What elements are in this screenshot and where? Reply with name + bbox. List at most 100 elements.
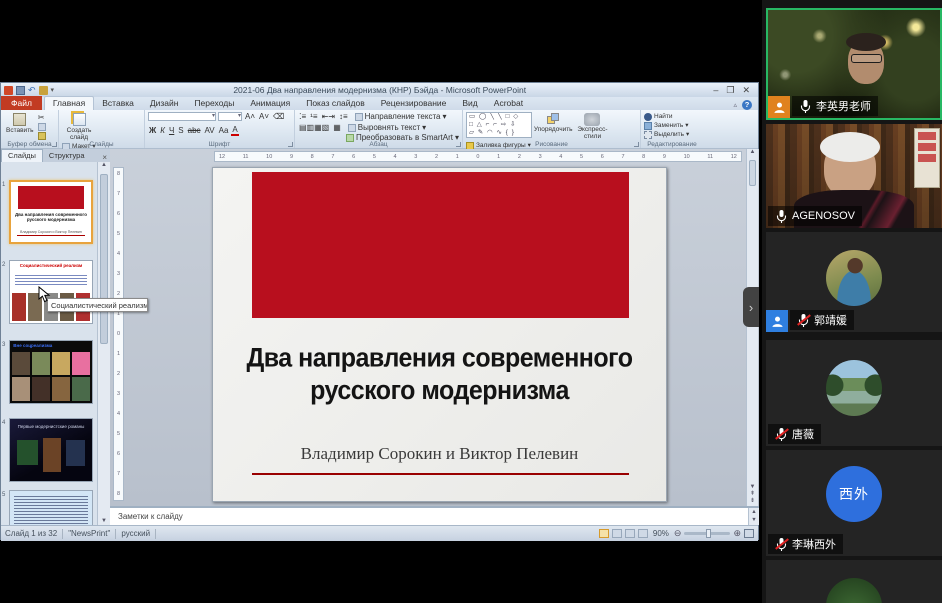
slide-number: 1 (2, 182, 8, 188)
align-icons[interactable]: ▤▥▦▧ (298, 123, 330, 132)
reading-view-button[interactable] (625, 529, 635, 538)
normal-view-button[interactable] (599, 529, 609, 538)
zoom-slider-thumb[interactable] (706, 529, 711, 538)
format-painter-icon[interactable] (38, 132, 46, 140)
thumbnails-scrollbar-thumb[interactable] (100, 174, 108, 344)
bold-button[interactable]: Ж (148, 126, 157, 135)
notes-pane[interactable]: Заметки к слайду ▲▼ (110, 506, 759, 525)
slide-scrollbar-thumb[interactable] (749, 160, 756, 186)
text-direction-button[interactable]: Направление текста ▾ (355, 113, 447, 121)
tab-transitions[interactable]: Переходы (186, 97, 242, 110)
columns-icon[interactable]: ▦ (332, 123, 342, 132)
bullets-icon[interactable]: ⁚≡ (298, 112, 307, 121)
qat-custom-icon[interactable] (39, 86, 48, 95)
notes-scrollbar[interactable]: ▲▼ (748, 508, 759, 525)
zoom-slider[interactable] (684, 532, 730, 535)
participant-tile-5[interactable]: 西外 李琳西外 (766, 450, 942, 556)
next-slide-button[interactable]: ⇟ (750, 498, 755, 504)
panel-collapse-button[interactable]: › (743, 287, 759, 327)
thumbnails-scrollbar[interactable]: ▲ ▼ (97, 162, 110, 525)
tab-home[interactable]: Главная (44, 96, 94, 110)
tab-view[interactable]: Вид (454, 97, 485, 110)
restore-button[interactable]: ❐ (726, 85, 734, 96)
participant-tile-3[interactable]: 郭靖媛 (766, 232, 942, 332)
thumbnail-slide-4[interactable]: Первые модернистские романы (9, 418, 93, 482)
notes-placeholder: Заметки к слайду (118, 512, 183, 521)
shapes-gallery[interactable]: ▭ ◯ ╲ ╲ □ ◇ □ △ ⌐ ⌐ ⇨ ⇩ ▱ ✎ ◠ ∿ { } (466, 112, 532, 138)
grow-font-icon[interactable]: A˄ (244, 112, 256, 121)
slide-subtitle[interactable]: Владимир Сорокин и Виктор Пелевин (236, 444, 644, 464)
italic-button[interactable]: К (159, 126, 166, 135)
zoom-out-button[interactable]: ⊖ (674, 529, 682, 538)
new-slide-icon (73, 113, 86, 126)
cut-icon[interactable]: ✂ (38, 114, 46, 122)
numbering-icon[interactable]: ¹≡ (309, 112, 318, 121)
minimize-ribbon-icon[interactable]: ▵ (733, 101, 737, 109)
help-icon[interactable]: ? (742, 100, 752, 110)
participant-tile-4[interactable]: 唐薇 (766, 340, 942, 446)
change-case-button[interactable]: Aa (218, 126, 230, 135)
font-size-combo[interactable] (218, 112, 242, 121)
undo-icon[interactable]: ↶ (28, 86, 36, 95)
strikethrough-button[interactable]: abc (187, 126, 202, 135)
align-text-button[interactable]: Выровнять текст ▾ (348, 124, 426, 132)
slide-canvas[interactable]: Два направления современного русского мо… (212, 167, 667, 502)
find-button[interactable]: Найти (644, 113, 689, 121)
font-dialog-launcher[interactable] (288, 142, 293, 147)
tab-review[interactable]: Рецензирование (373, 97, 455, 110)
thumbnail-slide-5[interactable] (9, 490, 93, 525)
tab-acrobat[interactable]: Acrobat (486, 97, 531, 110)
drawing-dialog-launcher[interactable] (634, 142, 639, 147)
tab-animations[interactable]: Анимация (242, 97, 298, 110)
select-button[interactable]: Выделить ▾ (644, 131, 689, 139)
font-color-button[interactable]: A (231, 125, 238, 136)
tab-slideshow[interactable]: Показ слайдов (298, 97, 373, 110)
theme-name[interactable]: "NewsPrint" (68, 529, 110, 538)
char-spacing-button[interactable]: AV (204, 126, 216, 135)
member-badge-icon (766, 310, 788, 332)
thumbnail-slide-3[interactable]: Вне соцреализма (9, 340, 93, 404)
replace-button[interactable]: Заменить ▾ (644, 122, 689, 130)
clear-format-icon[interactable]: ⌫ (272, 112, 285, 121)
shadow-button[interactable]: S (177, 126, 184, 135)
mic-on-icon (775, 209, 788, 224)
participant-tile-1[interactable]: 李英男老师 (766, 8, 942, 120)
zoom-in-button[interactable]: ⊕ (733, 529, 741, 538)
tab-insert[interactable]: Вставка (94, 97, 142, 110)
minimize-button[interactable]: – (713, 85, 718, 96)
new-slide-button[interactable]: Создать слайд (62, 112, 96, 142)
participant-tile-2[interactable]: AGENOSOV (766, 124, 942, 228)
participant-3-avatar (826, 250, 882, 306)
font-name-combo[interactable] (148, 112, 216, 121)
arrange-button[interactable]: Упорядочить (534, 112, 572, 134)
save-icon[interactable] (16, 86, 25, 95)
tab-file[interactable]: Файл (1, 96, 42, 110)
tab-slides-pane[interactable]: Слайды (1, 149, 43, 162)
slideshow-view-button[interactable] (638, 529, 648, 538)
tab-outline-pane[interactable]: Структура (43, 150, 91, 162)
paragraph-dialog-launcher[interactable] (456, 142, 461, 147)
paste-button[interactable]: Вставить (4, 112, 36, 135)
quick-styles-button[interactable]: Экспресс-стили (574, 112, 610, 141)
thumbnail-slide-2[interactable]: Социалистический реализм (9, 260, 93, 324)
slide-red-banner[interactable] (252, 172, 629, 318)
slide-sorter-view-button[interactable] (612, 529, 622, 538)
copy-icon[interactable] (38, 123, 46, 131)
underline-button[interactable]: Ч (168, 126, 175, 135)
tab-design[interactable]: Дизайн (142, 97, 187, 110)
group-drawing: ▭ ◯ ╲ ╲ □ ◇ □ △ ⌐ ⌐ ⇨ ⇩ ▱ ✎ ◠ ∿ { } Упор… (463, 110, 641, 148)
indent-icons[interactable]: ⇤⇥ (321, 112, 336, 121)
participant-tile-6[interactable] (766, 560, 942, 603)
fit-to-window-button[interactable] (744, 529, 754, 538)
shrink-font-icon[interactable]: A˅ (258, 112, 270, 121)
previous-slide-button[interactable]: ⇞ (750, 491, 755, 497)
thumbnail-slide-1[interactable]: Два направления современного русского мо… (9, 180, 93, 244)
slide-scrollbar[interactable]: ▲ ▼⇞⇟ (746, 149, 758, 506)
clipboard-dialog-launcher[interactable] (52, 142, 57, 147)
close-button[interactable]: ✕ (742, 85, 750, 96)
participant-5-avatar: 西外 (826, 466, 882, 522)
line-spacing-icon[interactable]: ↕≡ (338, 112, 349, 121)
language-indicator[interactable]: русский (121, 529, 150, 538)
close-pane-icon[interactable]: × (102, 153, 110, 162)
slide-title[interactable]: Два направления современного русского мо… (236, 342, 644, 407)
